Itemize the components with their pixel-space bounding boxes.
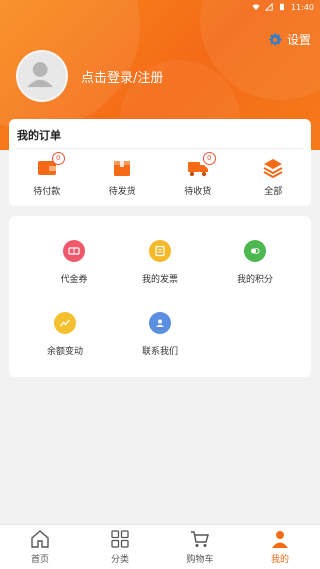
- tab-cart[interactable]: 购物车: [160, 525, 240, 569]
- order-label: 待发货: [108, 187, 136, 197]
- settings-button[interactable]: 设置: [267, 31, 311, 48]
- tab-label: 首页: [30, 555, 49, 565]
- divider: [17, 148, 303, 149]
- order-badge: 0: [51, 152, 65, 165]
- order-pending-receipt[interactable]: 0 待收货: [160, 152, 236, 203]
- gear-icon: [269, 33, 282, 45]
- service-contact[interactable]: 联系我们: [110, 312, 210, 357]
- order-pending-shipment[interactable]: 待发货: [85, 155, 161, 203]
- wifi-icon: [252, 4, 260, 11]
- invoice-icon: [149, 240, 171, 262]
- order-pending-payment[interactable]: 0 待付款: [9, 152, 85, 203]
- order-label: 待收货: [184, 187, 212, 197]
- points-icon: [244, 240, 266, 262]
- signal-icon: [264, 3, 273, 11]
- service-label: 联系我们: [141, 347, 178, 357]
- contact-icon: [149, 312, 171, 334]
- avatar-placeholder-icon: [27, 62, 54, 88]
- tab-mine[interactable]: 我的: [240, 525, 320, 569]
- home-icon: [31, 530, 49, 548]
- tab-home[interactable]: 首页: [0, 525, 80, 569]
- service-voucher[interactable]: 代金券: [24, 240, 124, 285]
- settings-label: 设置: [286, 33, 311, 47]
- login-register-link[interactable]: 点击登录/注册: [81, 67, 163, 86]
- orders-title: 我的订单: [17, 129, 61, 142]
- service-invoice[interactable]: 我的发票: [110, 240, 210, 285]
- service-label: 我的发票: [141, 275, 178, 285]
- cart-icon: [191, 531, 209, 547]
- tab-label: 分类: [110, 555, 129, 565]
- tab-label: 购物车: [186, 555, 214, 565]
- clock-text: 11:40: [290, 2, 314, 12]
- avatar[interactable]: [16, 50, 68, 102]
- voucher-icon: [63, 240, 85, 262]
- order-label: 待付款: [33, 187, 61, 197]
- service-label: 余额变动: [46, 347, 83, 357]
- service-balance[interactable]: 余额变动: [15, 312, 115, 357]
- tab-category[interactable]: 分类: [80, 525, 160, 569]
- services-card: 代金券 我的发票 我的积分 余额变动 联系我们: [9, 216, 311, 377]
- bottom-tab-bar: 首页 分类 购物车 我的: [0, 524, 320, 569]
- service-label: 代金券: [60, 275, 88, 285]
- orders-card: 我的订单 0 待付款 待发货 0 待收货 全部: [9, 119, 311, 206]
- tab-label: 我的: [270, 555, 289, 565]
- order-all[interactable]: 全部: [236, 155, 312, 203]
- status-bar: 11:40: [0, 0, 320, 14]
- balance-icon: [54, 312, 76, 334]
- order-badge: 0: [202, 152, 216, 165]
- order-label: 全部: [264, 187, 283, 197]
- box-icon: [114, 161, 131, 176]
- layers-icon: [263, 159, 283, 179]
- grid-icon: [111, 530, 129, 548]
- user-icon: [272, 531, 288, 548]
- service-label: 我的积分: [236, 275, 273, 285]
- service-points[interactable]: 我的积分: [205, 240, 305, 285]
- battery-icon: [279, 3, 284, 11]
